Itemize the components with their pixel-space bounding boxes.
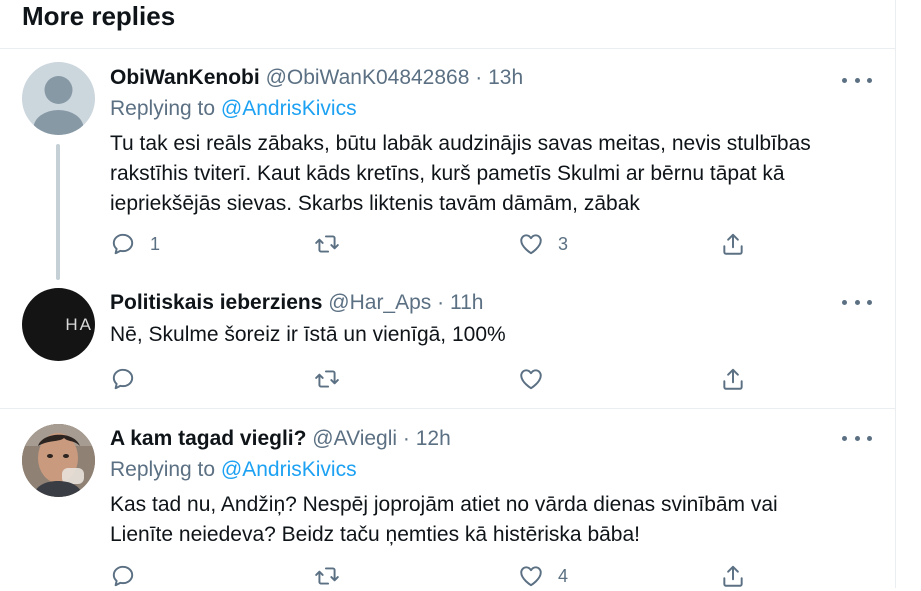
replies-column: More replies ObiWanKenobi @ObiWanK048428… — [0, 0, 896, 588]
replying-prefix: Replying to — [110, 458, 221, 481]
tweet-text-line: Lienīte neiedeva? Beidz taču ņemties kā … — [110, 523, 640, 546]
tweet-actions: 1 3 — [110, 229, 750, 259]
avatar[interactable] — [22, 424, 95, 497]
tweet-meta: A kam tagad viegli? @AViegli · 12h — [110, 426, 856, 452]
tweet-content: ObiWanKenobi @ObiWanK04842868 · 13h Repl… — [110, 65, 856, 219]
share-icon — [723, 233, 743, 255]
display-name[interactable]: A kam tagad viegli? — [110, 427, 306, 450]
tweet-text: Kas tad nu, Andžiņ? Nespēj joprojām atie… — [110, 490, 856, 550]
display-name[interactable]: ObiWanKenobi — [110, 66, 260, 89]
reply-button[interactable]: 1 — [110, 229, 160, 259]
retweet-button[interactable] — [314, 229, 340, 259]
reply-icon — [112, 233, 134, 255]
user-handle[interactable]: @Har_Aps — [328, 291, 431, 314]
timestamp[interactable]: 12h — [416, 427, 451, 450]
thread-line — [56, 144, 60, 280]
like-count: 3 — [558, 233, 569, 254]
like-count: 4 — [558, 565, 569, 586]
heart-icon — [520, 234, 542, 255]
replying-to: Replying to @AndrisKivics — [110, 95, 856, 123]
reply-button[interactable] — [110, 364, 150, 394]
divider — [0, 408, 896, 409]
reply-icon — [112, 368, 134, 390]
timestamp[interactable]: 13h — [488, 66, 523, 89]
user-handle[interactable]: @AViegli — [312, 427, 397, 450]
tweet-text-line: rakstīhis tviterī. Kaut kāds kretīns, ku… — [110, 162, 785, 185]
user-handle[interactable]: @ObiWanK04842868 — [266, 66, 470, 89]
user-photo-avatar — [22, 424, 95, 497]
share-button[interactable] — [720, 229, 746, 259]
share-button[interactable] — [720, 364, 746, 394]
retweet-button[interactable] — [314, 364, 340, 394]
reply-count: 1 — [150, 233, 161, 254]
more-icon-dot — [867, 77, 872, 83]
tweet-content: A kam tagad viegli? @AViegli · 12h Reply… — [110, 426, 856, 550]
tweet-text-line: Tu tak esi reāls zābaks, būtu labāk audz… — [110, 132, 811, 155]
tweet-meta: Politiskais ieberziens @Har_Aps · 11h — [110, 290, 856, 316]
tweet-text-line: iepriekšējās sievas. Skarbs liktenis tav… — [110, 192, 640, 215]
default-avatar-icon — [22, 62, 95, 135]
retweet-button[interactable] — [314, 561, 340, 591]
share-icon — [723, 565, 743, 587]
separator-dot: · — [437, 291, 445, 314]
share-button[interactable] — [720, 561, 746, 591]
retweet-icon — [315, 370, 339, 388]
timestamp[interactable]: 11h — [450, 291, 483, 314]
more-icon-dot — [867, 299, 872, 305]
tweet-text-line: Nē, Skulme šoreiz ir īstā un vienīgā, 10… — [110, 323, 506, 346]
replying-to: Replying to @AndrisKivics — [110, 456, 856, 484]
tweet-actions — [110, 364, 750, 394]
like-button[interactable] — [518, 364, 558, 394]
display-name[interactable]: Politiskais ieberziens — [110, 291, 322, 314]
replying-to-link[interactable]: @AndrisKivics — [221, 97, 357, 120]
replying-to-link[interactable]: @AndrisKivics — [221, 458, 357, 481]
separator-dot: · — [402, 427, 410, 450]
retweet-icon — [315, 567, 339, 585]
divider — [0, 48, 896, 49]
avatar[interactable] — [22, 62, 95, 135]
share-icon — [723, 368, 743, 390]
tweet-text-line: Kas tad nu, Andžiņ? Nespēj joprojām atie… — [110, 493, 778, 516]
heart-icon — [520, 566, 542, 587]
heart-icon — [520, 369, 542, 390]
replying-prefix: Replying to — [110, 97, 221, 120]
tweet-meta: ObiWanKenobi @ObiWanK04842868 · 13h — [110, 65, 856, 91]
reply-button[interactable] — [110, 561, 150, 591]
avatar-text: HA — [65, 314, 93, 334]
tweet-content: Politiskais ieberziens @Har_Aps · 11h Nē… — [110, 290, 856, 350]
more-icon-dot — [867, 435, 872, 441]
tweet-text: Nē, Skulme šoreiz ir īstā un vienīgā, 10… — [110, 320, 856, 350]
reply-icon — [112, 565, 134, 587]
tweet-text: Tu tak esi reāls zābaks, būtu labāk audz… — [110, 129, 856, 219]
separator-dot: · — [475, 66, 483, 89]
tweet-actions: 4 — [110, 561, 750, 591]
section-title: More replies — [22, 1, 176, 31]
like-button[interactable]: 4 — [518, 561, 568, 591]
like-button[interactable]: 3 — [518, 229, 568, 259]
avatar[interactable]: HA — [22, 288, 95, 361]
retweet-icon — [315, 235, 339, 253]
